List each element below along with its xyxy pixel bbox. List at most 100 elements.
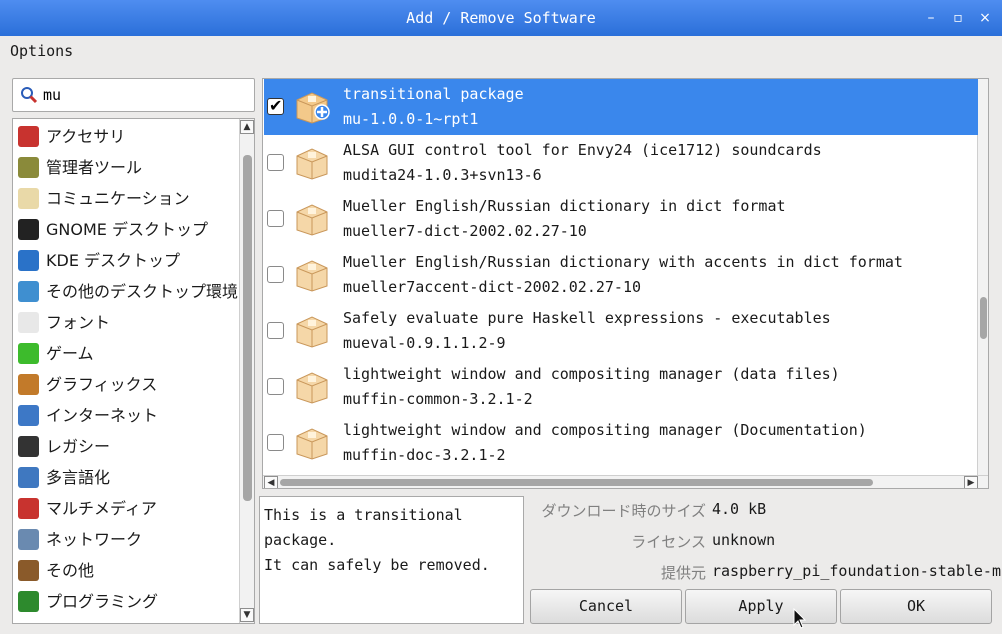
category-item[interactable]: GNOME デスクトップ (16, 214, 241, 245)
category-item[interactable]: グラフィックス (16, 369, 241, 400)
category-item[interactable]: ゲーム (16, 338, 241, 369)
search-box[interactable] (12, 78, 255, 112)
programming-icon (18, 591, 39, 612)
desktop-icon (18, 281, 39, 302)
package-name: lightweight window and compositing manag… (343, 365, 840, 383)
floppy-disk-icon (18, 436, 39, 457)
package-row[interactable]: Mueller English/Russian dictionary in di… (264, 191, 978, 247)
category-item[interactable]: KDE デスクトップ (16, 245, 241, 276)
network-icon (18, 529, 39, 550)
package-hscrollbar[interactable]: ◀ ▶ (263, 475, 988, 488)
category-item[interactable]: レガシー (16, 431, 241, 462)
category-label: フォント (46, 313, 111, 332)
package-version: mueval-0.9.1.1.2-9 (343, 334, 506, 352)
category-item[interactable]: ネットワーク (16, 524, 241, 555)
brush-icon (18, 374, 39, 395)
package-scroll-right-button[interactable]: ▶ (964, 476, 978, 488)
package-hscroll-thumb[interactable] (280, 479, 873, 486)
category-label: グラフィックス (46, 375, 158, 394)
package-checkbox[interactable] (267, 210, 284, 227)
category-label: マルチメディア (46, 499, 157, 518)
category-scroll-down-button[interactable]: ▼ (240, 608, 254, 622)
category-label: コミュニケーション (46, 189, 190, 208)
package-version: mu-1.0.0-1~rpt1 (343, 110, 479, 128)
package-version: mueller7accent-dict-2002.02.27-10 (343, 278, 642, 296)
package-row[interactable]: ✔ transitional package mu-1.0.0-1~rpt1 (264, 79, 978, 135)
category-scroll-thumb[interactable] (243, 155, 252, 501)
package-checkbox[interactable] (267, 378, 284, 395)
category-item[interactable]: 管理者ツール (16, 152, 241, 183)
package-row[interactable]: ALSA GUI control tool for Envy24 (ice171… (264, 135, 978, 191)
category-item[interactable]: 多言語化 (16, 462, 241, 493)
menu-options[interactable]: Options (10, 42, 73, 60)
package-row[interactable]: Mueller English/Russian dictionary with … (264, 247, 978, 303)
package-row[interactable]: lightweight window and compositing manag… (264, 415, 978, 471)
package-scrollbar[interactable] (977, 79, 988, 475)
category-item[interactable]: フォント (16, 307, 241, 338)
package-name: lightweight window and compositing manag… (343, 421, 867, 439)
package-name: Mueller English/Russian dictionary with … (343, 253, 903, 271)
provider-label: 提供元 (660, 564, 706, 582)
category-label: アクセサリ (46, 127, 126, 146)
category-label: ゲーム (46, 344, 94, 363)
category-item[interactable]: アクセサリ (16, 121, 241, 152)
category-label: 管理者ツール (46, 158, 143, 177)
category-label: レガシー (46, 437, 111, 456)
package-box-icon (294, 202, 330, 236)
package-row[interactable]: lightweight window and compositing manag… (264, 359, 978, 415)
package-box-icon (294, 146, 330, 180)
cancel-button[interactable]: Cancel (530, 589, 682, 624)
category-item[interactable]: コミュニケーション (16, 183, 241, 214)
category-label: その他のデスクトップ環境 (46, 282, 239, 301)
kde-icon (18, 250, 39, 271)
package-name: Mueller English/Russian dictionary in di… (343, 197, 786, 215)
package-checkbox[interactable] (267, 154, 284, 171)
category-list: ▲ ▼ アクセサリ管理者ツールコミュニケーション GNOME デスクトップ KDE … (12, 118, 255, 624)
category-item[interactable]: マルチメディア (16, 493, 241, 524)
gnome-foot-icon (18, 219, 39, 240)
category-label: その他 (46, 561, 95, 580)
package-version: muffin-doc-3.2.1-2 (343, 446, 506, 464)
communication-icon (18, 188, 39, 209)
package-name: Safely evaluate pure Haskell expressions… (343, 309, 831, 327)
package-checkbox[interactable]: ✔ (267, 96, 284, 115)
checkmark-icon: ✔ (269, 96, 283, 115)
category-label: プログラミング (46, 592, 159, 611)
title-bar[interactable]: Add / Remove Software (0, 0, 1002, 36)
package-scroll-left-button[interactable]: ◀ (264, 476, 278, 488)
window-title: Add / Remove Software (406, 9, 596, 27)
package-box-icon (294, 314, 330, 348)
apply-button[interactable]: Apply (685, 589, 837, 624)
category-label: 多言語化 (46, 468, 111, 487)
package-list: ◀ ▶ ✔ transitional package mu-1.0.0-1~rpt… (262, 78, 989, 489)
minimize-button[interactable]: – (918, 0, 944, 36)
ok-button[interactable]: OK (840, 589, 992, 624)
maximize-button[interactable]: ▫ (945, 0, 971, 36)
category-label: GNOME デスクトップ (46, 220, 208, 239)
package-checkbox[interactable] (267, 322, 284, 339)
category-item[interactable]: インターネット (16, 400, 241, 431)
mouse-cursor-icon (793, 608, 807, 629)
package-box-icon (294, 258, 330, 292)
package-checkbox[interactable] (267, 266, 284, 283)
package-name: transitional package (343, 85, 524, 103)
category-label: インターネット (46, 406, 159, 425)
package-checkbox[interactable] (267, 434, 284, 451)
close-button[interactable]: × (972, 0, 998, 36)
category-scrollbar[interactable]: ▲ ▼ (239, 119, 254, 623)
admin-tools-icon (18, 157, 39, 178)
package-box-icon (294, 90, 330, 124)
package-row[interactable]: Safely evaluate pure Haskell expressions… (264, 303, 978, 359)
package-scroll-thumb[interactable] (980, 297, 987, 339)
category-item[interactable]: プログラミング (16, 586, 241, 617)
category-item[interactable]: その他のデスクトップ環境 (16, 276, 241, 307)
globe-icon (18, 405, 39, 426)
pocket-knife-icon (18, 126, 39, 147)
category-scroll-up-button[interactable]: ▲ (240, 120, 254, 134)
search-input[interactable] (41, 83, 246, 107)
package-version: mudita24-1.0.3+svn13-6 (343, 166, 542, 184)
description-line-2: It can safely be removed. (264, 556, 490, 574)
category-item[interactable]: その他 (16, 555, 241, 586)
description-line-1: This is a transitional package. (264, 506, 463, 549)
package-name: ALSA GUI control tool for Envy24 (ice171… (343, 141, 822, 159)
